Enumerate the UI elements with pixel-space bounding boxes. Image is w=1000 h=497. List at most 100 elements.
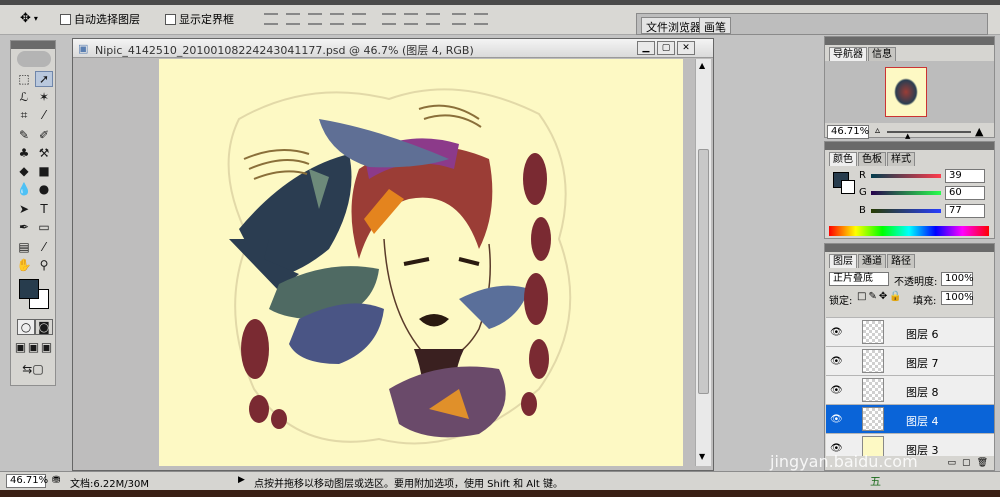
crop-tool-icon[interactable]: ⌗ — [15, 107, 33, 123]
distribute-bottom-icon[interactable] — [426, 13, 440, 25]
status-menu-arrow-icon[interactable]: ▶ — [238, 475, 245, 485]
auto-select-checkbox[interactable] — [60, 13, 71, 25]
show-bounds-checkbox[interactable] — [165, 13, 176, 25]
minimize-button[interactable]: ▁ — [637, 41, 655, 55]
navigator-zoom-slider[interactable] — [887, 131, 971, 133]
slice-tool-icon[interactable]: ⁄ — [35, 107, 53, 123]
tab-channels[interactable]: 通道 — [858, 254, 886, 268]
green-slider[interactable] — [871, 191, 941, 195]
tab-layers[interactable]: 图层 — [829, 254, 857, 268]
tab-styles[interactable]: 样式 — [887, 152, 915, 166]
artwork-canvas[interactable] — [159, 59, 683, 466]
eraser-tool-icon[interactable]: ◆ — [15, 163, 33, 179]
red-slider[interactable] — [871, 174, 941, 178]
blend-mode-select[interactable]: 正片叠底 — [829, 272, 889, 286]
trash-icon[interactable]: 🗑 — [977, 458, 988, 470]
distribute-left-icon[interactable] — [452, 13, 466, 25]
tab-info[interactable]: 信息 — [868, 47, 896, 61]
magic-wand-icon[interactable]: ✶ — [35, 89, 53, 105]
show-bounds-option[interactable]: 显示定界框 — [165, 11, 234, 27]
zoom-in-icon[interactable]: ▲ — [975, 125, 983, 138]
move-tool-preset[interactable]: ✥ ▾ — [20, 11, 38, 26]
status-info-icon[interactable]: ⛃ — [52, 475, 60, 486]
move-tool-icon[interactable]: ➚ — [35, 71, 53, 87]
fill-field[interactable]: 100% — [941, 291, 974, 305]
screen-mode-full-icon[interactable]: ▣ — [40, 339, 53, 355]
tab-paths[interactable]: 路径 — [887, 254, 915, 268]
standard-mode-icon[interactable]: ○ — [17, 319, 35, 335]
close-button[interactable]: ✕ — [677, 41, 695, 55]
eye-icon[interactable]: 👁 — [830, 414, 843, 425]
layer-row[interactable]: 👁 图层 8 — [826, 375, 994, 404]
status-zoom-field[interactable]: 46.71% — [6, 474, 48, 488]
adobe-online-icon[interactable] — [17, 51, 51, 67]
scroll-down-icon[interactable]: ▼ — [699, 452, 705, 461]
align-hcenter-icon[interactable] — [352, 13, 366, 25]
distribute-top-icon[interactable] — [382, 13, 396, 25]
ime-indicator[interactable]: 五 — [870, 473, 881, 489]
panel-grip[interactable] — [825, 244, 994, 252]
layer-row-selected[interactable]: 👁 图层 4 — [826, 404, 994, 433]
tab-file-browser[interactable]: 文件浏览器 — [641, 17, 706, 34]
zoom-out-icon[interactable]: ▵ — [875, 125, 880, 136]
navigator-zoom-slider-handle[interactable]: ▲ — [905, 132, 910, 140]
eyedropper-icon[interactable]: ⁄ — [35, 239, 53, 255]
navigator-zoom-field[interactable]: 46.71% — [827, 125, 869, 139]
distribute-right-icon[interactable] — [474, 13, 488, 25]
blue-slider[interactable] — [871, 209, 941, 213]
foreground-color-chip[interactable] — [19, 279, 39, 299]
layer-row[interactable]: 👁 图层 6 — [826, 317, 994, 346]
scroll-up-icon[interactable]: ▲ — [699, 61, 705, 70]
color-background-swatch[interactable] — [841, 180, 855, 194]
history-brush-icon[interactable]: ⚒ — [35, 145, 53, 161]
gradient-tool-icon[interactable]: ■ — [35, 163, 53, 179]
opacity-field[interactable]: 100% — [941, 272, 974, 286]
align-top-icon[interactable] — [264, 13, 278, 25]
lasso-tool-icon[interactable]: ℒ — [15, 89, 33, 105]
green-value-field[interactable]: 60 — [945, 186, 985, 200]
eye-icon[interactable]: 👁 — [830, 385, 843, 396]
type-tool-icon[interactable]: T — [35, 201, 53, 217]
notes-tool-icon[interactable]: ▤ — [15, 239, 33, 255]
tab-color[interactable]: 颜色 — [829, 152, 857, 166]
maximize-button[interactable]: ▢ — [657, 41, 675, 55]
document-title-bar[interactable]: ▣ Nipic_4142510_20100108224243041177.psd… — [73, 39, 713, 58]
quickmask-mode-icon[interactable]: ◙ — [35, 319, 53, 335]
shape-tool-icon[interactable]: ▭ — [35, 219, 53, 235]
align-bottom-icon[interactable] — [308, 13, 322, 25]
red-value-field[interactable]: 39 — [945, 169, 985, 183]
toolbox-grip[interactable] — [11, 41, 55, 49]
brush-tool-icon[interactable]: ✐ — [35, 127, 53, 143]
scrollbar-thumb[interactable] — [698, 149, 709, 394]
clone-stamp-icon[interactable]: ♣ — [15, 145, 33, 161]
eye-icon[interactable]: 👁 — [830, 327, 843, 338]
pen-tool-icon[interactable]: ✒ — [15, 219, 33, 235]
tab-brushes[interactable]: 画笔 — [699, 17, 731, 34]
color-ramp[interactable] — [829, 226, 989, 236]
eye-icon[interactable]: 👁 — [830, 356, 843, 367]
panel-grip[interactable] — [825, 142, 994, 150]
layer-row[interactable]: 👁 图层 7 — [826, 346, 994, 375]
blur-tool-icon[interactable]: 💧 — [15, 181, 33, 197]
screen-mode-menubar-icon[interactable]: ▣ — [27, 339, 40, 355]
tab-swatches[interactable]: 色板 — [858, 152, 886, 166]
auto-select-layer-option[interactable]: 自动选择图层 — [60, 11, 140, 27]
new-layer-icon[interactable]: ▢ — [962, 458, 971, 470]
vertical-scrollbar[interactable]: ▲ ▼ — [695, 59, 711, 466]
lock-icons[interactable]: □✎✥🔒 — [857, 291, 904, 302]
distribute-vcenter-icon[interactable] — [404, 13, 418, 25]
align-vcenter-icon[interactable] — [286, 13, 300, 25]
align-left-icon[interactable] — [330, 13, 344, 25]
marquee-tool-icon[interactable]: ⬚ — [15, 71, 33, 87]
navigator-thumbnail[interactable] — [885, 67, 927, 117]
hand-tool-icon[interactable]: ✋ — [15, 257, 33, 273]
healing-brush-icon[interactable]: ✎ — [15, 127, 33, 143]
panel-grip[interactable] — [825, 37, 994, 45]
tab-navigator[interactable]: 导航器 — [829, 47, 867, 61]
path-select-icon[interactable]: ➤ — [15, 201, 33, 217]
zoom-tool-icon[interactable]: ⚲ — [35, 257, 53, 273]
new-group-icon[interactable]: ▭ — [948, 458, 957, 470]
screen-mode-standard-icon[interactable]: ▣ — [14, 339, 27, 355]
jump-to-imageready-icon[interactable]: ⇆▢ — [17, 361, 49, 377]
dodge-tool-icon[interactable]: ● — [35, 181, 53, 197]
